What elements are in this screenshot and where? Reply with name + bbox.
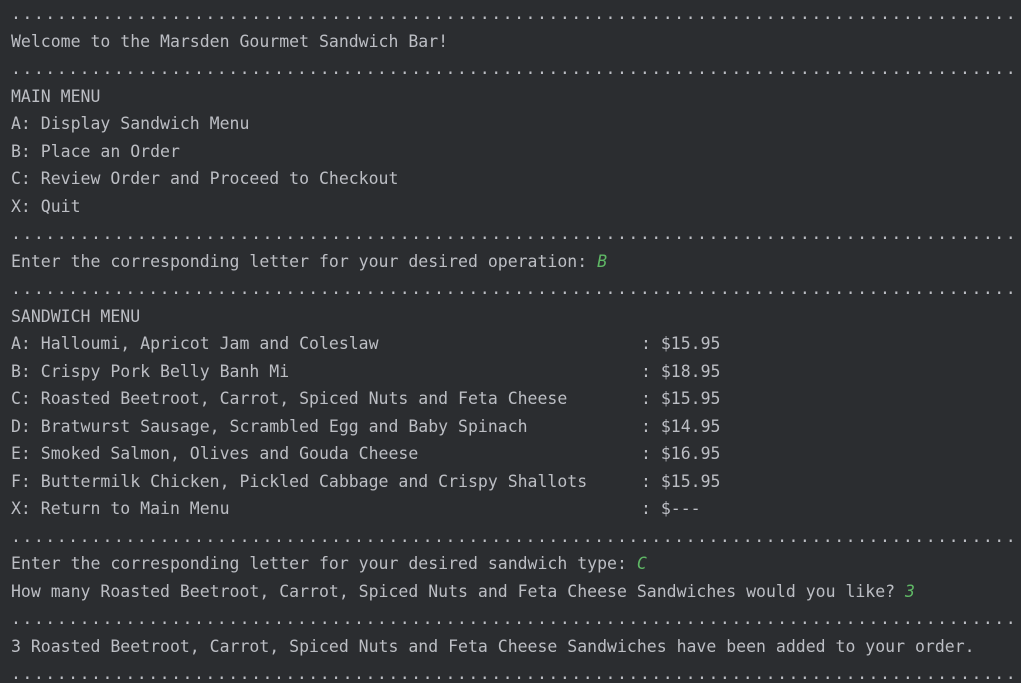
sandwich-name: B: Crispy Pork Belly Banh Mi (11, 361, 290, 381)
sandwich-menu-item: B: Crispy Pork Belly Banh Mi : $18.95 (11, 358, 1021, 386)
quantity-input[interactable]: 3 (905, 582, 915, 601)
order-confirmation: 3 Roasted Beetroot, Carrot, Spiced Nuts … (11, 636, 975, 656)
sandwich-name: F: Buttermilk Chicken, Pickled Cabbage a… (11, 471, 588, 491)
sandwich-menu-item: X: Return to Main Menu : $--- (11, 495, 1021, 523)
sandwich-menu-item: F: Buttermilk Chicken, Pickled Cabbage a… (11, 468, 1021, 496)
separator-line: ........................................… (11, 526, 1021, 546)
sandwich-name: E: Smoked Salmon, Olives and Gouda Chees… (11, 444, 419, 463)
separator-line: ........................................… (11, 279, 1021, 298)
sandwich-price: : $14.95 (641, 416, 721, 436)
sandwich-price: : $15.95 (641, 471, 721, 491)
separator-line: ........................................… (11, 609, 1021, 628)
quantity-prompt-text: How many Roasted Beetroot, Carrot, Spice… (11, 581, 906, 601)
sandwich-menu-item: A: Halloumi, Apricot Jam and Coleslaw : $… (11, 330, 1021, 358)
main-menu-option-x: X: Quit (11, 196, 81, 216)
sandwich-menu-title: SANDWICH MENU (11, 306, 141, 326)
sandwich-menu-item: E: Smoked Salmon, Olives and Gouda Chees… (11, 440, 1021, 468)
main-menu-title: MAIN MENU (11, 86, 101, 106)
operation-prompt[interactable]: Enter the corresponding letter for your … (11, 248, 1021, 276)
sandwich-price: : $15.95 (641, 334, 721, 353)
sandwich-price: : $18.95 (641, 361, 721, 381)
sandwich-type-prompt-text: Enter the corresponding letter for your … (11, 554, 637, 573)
separator-line: ........................................… (11, 664, 1021, 683)
quantity-prompt[interactable]: How many Roasted Beetroot, Carrot, Spice… (11, 578, 1021, 606)
sandwich-menu-item: C: Roasted Beetroot, Carrot, Spiced Nuts… (11, 385, 1021, 413)
sandwich-price: : $15.95 (641, 389, 721, 408)
sandwich-type-prompt[interactable]: Enter the corresponding letter for your … (11, 550, 1021, 578)
operation-prompt-text: Enter the corresponding letter for your … (11, 251, 598, 271)
sandwich-type-input[interactable]: C (637, 554, 647, 573)
separator-line: ........................................… (11, 59, 1021, 78)
separator-line: ........................................… (11, 224, 1021, 243)
console-output: ........................................… (0, 0, 1021, 683)
main-menu-option-a: A: Display Sandwich Menu (11, 114, 250, 133)
main-menu-option-c: C: Review Order and Proceed to Checkout (11, 169, 399, 188)
sandwich-menu-item: D: Bratwurst Sausage, Scrambled Egg and … (11, 413, 1021, 441)
sandwich-price: : $--- (641, 499, 701, 518)
sandwich-name: A: Halloumi, Apricot Jam and Coleslaw (11, 334, 379, 353)
main-menu-option-b: B: Place an Order (11, 141, 180, 161)
sandwich-price: : $16.95 (641, 444, 721, 463)
separator-line: ........................................… (11, 4, 1021, 23)
sandwich-name: X: Return to Main Menu (11, 499, 230, 518)
operation-input[interactable]: B (597, 252, 607, 271)
sandwich-name: D: Bratwurst Sausage, Scrambled Egg and … (11, 416, 528, 436)
sandwich-name: C: Roasted Beetroot, Carrot, Spiced Nuts… (11, 389, 568, 408)
welcome-message: Welcome to the Marsden Gourmet Sandwich … (11, 31, 449, 51)
